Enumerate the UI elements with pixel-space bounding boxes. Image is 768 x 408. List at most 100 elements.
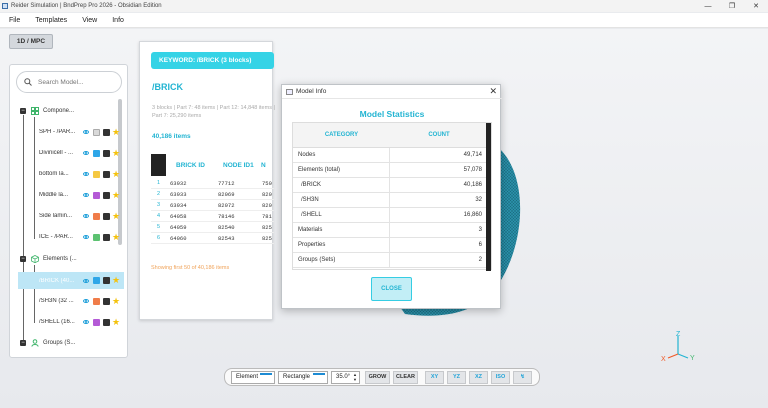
tree-item-side[interactable]: Side lamin... ★ (35, 209, 120, 223)
star-icon[interactable]: ★ (112, 232, 120, 242)
tree-item-label: bottom la... (39, 171, 69, 177)
row-index: 6 (156, 235, 161, 241)
eye-icon[interactable] (83, 130, 89, 134)
table-row[interactable]: 1 63932 77712 750 (151, 178, 274, 189)
color-swatch[interactable] (93, 297, 100, 305)
color-swatch[interactable] (93, 212, 100, 220)
star-icon[interactable]: ★ (112, 276, 120, 285)
tree-item-sph[interactable]: SPH - /PAR... ★ (35, 125, 120, 139)
mode-1d-mpc-button[interactable]: 1D / MPC (9, 34, 53, 49)
star-icon[interactable]: ★ (112, 127, 120, 137)
solid-icon[interactable] (103, 233, 110, 241)
eye-icon[interactable] (83, 235, 89, 239)
menu-info[interactable]: Info (112, 17, 124, 24)
star-icon[interactable]: ★ (112, 211, 120, 221)
eye-icon[interactable] (83, 299, 89, 303)
tree-item-bottom[interactable]: bottom la... ★ (35, 167, 120, 181)
solid-icon[interactable] (103, 149, 110, 157)
solid-icon[interactable] (103, 128, 110, 136)
view-iso-button[interactable]: ISO (491, 370, 510, 384)
tree-item-brick[interactable]: /BRICK (40... ★ (18, 272, 124, 289)
axis-y-label: Y (690, 355, 695, 362)
count-cell: 2 (478, 257, 482, 263)
star-icon[interactable]: ★ (112, 169, 120, 179)
table-row[interactable]: 3 63934 82072 820 (151, 200, 274, 211)
close-button[interactable]: CLOSE (371, 277, 412, 301)
select-type-value: Element (236, 374, 259, 380)
view-xy-button[interactable]: XY (425, 370, 444, 384)
solid-icon[interactable] (103, 170, 110, 178)
angle-stepper[interactable]: 35.0° ▲ ▼ (331, 370, 360, 384)
table-row[interactable]: 5 64059 82540 825 (151, 222, 274, 233)
star-icon[interactable]: ★ (112, 148, 120, 158)
solid-icon[interactable] (103, 297, 110, 305)
color-swatch[interactable] (93, 149, 100, 157)
tree-item-divinicell[interactable]: Divinicell - ... ★ (35, 146, 120, 160)
tree-item-label: SPH - /PAR... (39, 129, 75, 135)
star-icon[interactable]: ★ (112, 190, 120, 200)
collapse-toggle[interactable]: − (20, 340, 26, 346)
minimize-button[interactable]: — (697, 0, 719, 12)
clear-button[interactable]: CLEAR (393, 370, 418, 384)
color-swatch[interactable] (93, 191, 100, 199)
menu-templates[interactable]: Templates (35, 17, 67, 24)
star-icon[interactable]: ★ (112, 317, 120, 327)
collapse-toggle[interactable]: − (20, 256, 26, 262)
tree-item-label: ICE - /PAR... (39, 234, 73, 240)
view-yz-button[interactable]: YZ (447, 370, 466, 384)
keyword-bar[interactable]: KEYWORD: /BRICK (3 blocks) (151, 52, 274, 69)
solid-icon[interactable] (103, 191, 110, 199)
statistics-scrollbar[interactable] (486, 123, 491, 271)
solid-icon[interactable] (103, 277, 110, 284)
view-xz-button[interactable]: XZ (469, 370, 488, 384)
dialog-title-bar[interactable]: Model Info ✕ (282, 85, 502, 99)
table-row: /SHELL 16,860 (293, 207, 488, 223)
category-header[interactable]: CATEGORY (293, 132, 390, 138)
eye-icon[interactable] (83, 193, 89, 197)
solid-icon[interactable] (103, 318, 110, 326)
eye-icon[interactable] (83, 151, 89, 155)
color-swatch[interactable] (93, 170, 100, 178)
menu-file[interactable]: File (9, 17, 20, 24)
view-fit-button[interactable]: ↯ (513, 370, 532, 384)
select-shape-dropdown[interactable]: Rectangle (278, 370, 328, 384)
color-swatch[interactable] (93, 277, 100, 284)
column-header[interactable]: BRICK ID (166, 162, 213, 169)
cell: 78146 (218, 212, 235, 220)
eye-icon[interactable] (83, 320, 89, 324)
grow-button[interactable]: GROW (365, 370, 390, 384)
eye-icon[interactable] (83, 172, 89, 176)
tree-groups[interactable]: − Groups (S... (20, 336, 75, 350)
collapse-toggle[interactable]: − (20, 108, 26, 114)
color-swatch[interactable] (93, 318, 100, 326)
search-box[interactable] (16, 71, 122, 93)
table-row[interactable]: 6 64060 82543 825 (151, 233, 274, 244)
menu-view[interactable]: View (82, 17, 97, 24)
select-type-dropdown[interactable]: Element (231, 370, 275, 384)
column-header[interactable]: N (261, 162, 274, 169)
eye-icon[interactable] (83, 278, 89, 283)
eye-icon[interactable] (83, 214, 89, 218)
cell: 750 (262, 179, 272, 187)
showing-note: Showing first 50 of 40,186 items (151, 265, 230, 271)
color-swatch[interactable] (93, 128, 100, 136)
table-row[interactable]: 4 64058 78146 781 (151, 211, 274, 222)
count-header[interactable]: COUNT (390, 132, 488, 138)
table-row[interactable]: 2 63933 82069 820 (151, 189, 274, 200)
tree-item-sh3n[interactable]: /SH3N (32 ... ★ (35, 294, 120, 308)
tree-item-middle[interactable]: Middle la... ★ (35, 188, 120, 202)
tree-item-shell[interactable]: /SHELL (16... ★ (35, 315, 120, 329)
count-cell: 3 (478, 227, 482, 233)
star-icon[interactable]: ★ (112, 296, 120, 306)
solid-icon[interactable] (103, 212, 110, 220)
close-icon[interactable]: ✕ (489, 86, 497, 97)
tree-components[interactable]: − Compone... (20, 104, 74, 118)
stepper-arrows-icon[interactable]: ▲ ▼ (353, 372, 357, 382)
search-input[interactable] (38, 78, 118, 86)
close-window-button[interactable]: ✕ (745, 0, 767, 12)
tree-elements[interactable]: − Elements (... (20, 252, 77, 266)
color-swatch[interactable] (93, 233, 100, 241)
tree-item-ice[interactable]: ICE - /PAR... ★ (35, 230, 120, 244)
column-header[interactable]: NODE ID1 (213, 162, 261, 169)
maximize-button[interactable]: ❐ (721, 0, 743, 12)
